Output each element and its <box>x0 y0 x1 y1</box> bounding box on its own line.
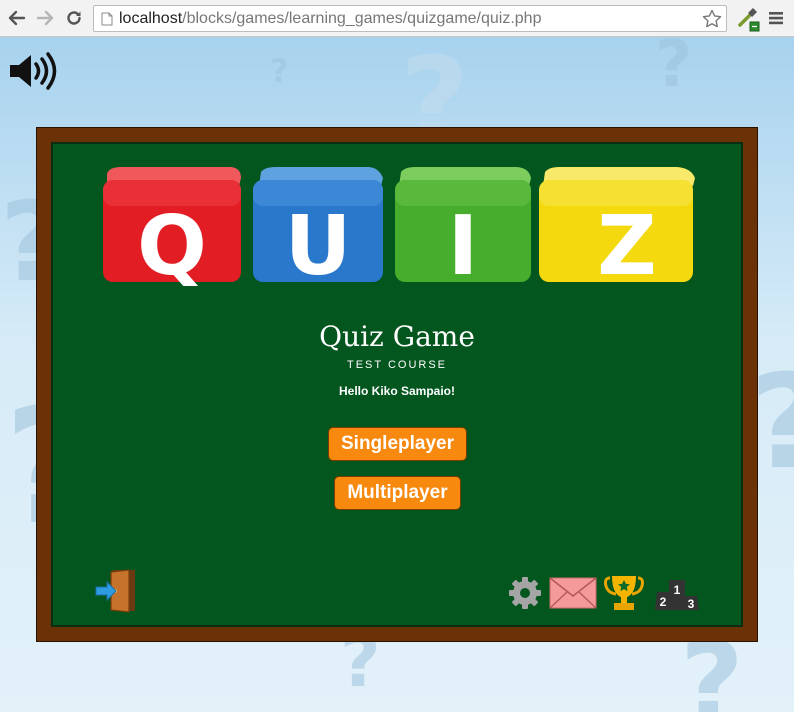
forward-button[interactable] <box>34 7 56 29</box>
game-title: Quiz Game <box>319 320 475 353</box>
url-path: /blocks/games/learning_games/quizgame/qu… <box>182 10 542 27</box>
reload-icon <box>67 11 81 25</box>
url-text: localhost/blocks/games/learning_games/qu… <box>119 10 541 28</box>
course-name: TEST COURSE <box>346 359 448 371</box>
podium-number: 3 <box>688 597 695 610</box>
background-question-mark: ? <box>270 52 289 90</box>
podium-number: 2 <box>660 595 667 609</box>
address-bar[interactable]: localhost/blocks/games/learning_games/qu… <box>93 5 727 32</box>
singleplayer-button[interactable]: Singleplayer <box>328 427 467 461</box>
arrow-right-icon <box>36 10 54 26</box>
chalkboard-frame: Q U I Z Quiz Game TEST COURSE Hello Kiko… <box>36 127 758 642</box>
quiz-logo-cube-z: Z <box>539 167 695 286</box>
star-icon[interactable] <box>702 9 722 28</box>
podium-ranking-icon[interactable]: 2 1 3 <box>652 576 702 610</box>
quiz-logo-cube-i: I <box>395 167 531 286</box>
back-button[interactable] <box>6 7 28 29</box>
settings-gear-icon[interactable] <box>508 576 542 610</box>
arrow-left-icon <box>8 10 26 26</box>
multiplayer-button[interactable]: Multiplayer <box>334 476 461 510</box>
podium-number: 1 <box>674 583 681 597</box>
chalkboard: Q U I Z Quiz Game TEST COURSE Hello Kiko… <box>51 142 743 627</box>
reload-button[interactable] <box>63 7 85 29</box>
quiz-logo-letter: I <box>448 199 479 286</box>
greeting-text: Hello Kiko Sampaio! <box>338 384 456 398</box>
quiz-logo-letter: Z <box>597 199 656 286</box>
background-question-mark: ? <box>655 37 693 102</box>
browser-toolbar: localhost/blocks/games/learning_games/qu… <box>0 0 794 37</box>
trophy-icon[interactable] <box>604 574 644 612</box>
exit-door-icon[interactable] <box>95 569 139 613</box>
eyedropper-icon[interactable] <box>736 7 760 33</box>
quiz-logo-letter: U <box>285 199 352 286</box>
mail-envelope-icon[interactable] <box>549 577 597 609</box>
hamburger-menu-icon[interactable] <box>768 10 784 26</box>
quiz-logo-letter: Q <box>137 199 207 286</box>
url-host: localhost <box>119 10 183 27</box>
quiz-logo-cube-q: Q <box>103 167 241 286</box>
quiz-logo-cube-u: U <box>253 167 383 286</box>
document-icon <box>101 12 113 26</box>
speaker-icon[interactable] <box>8 52 58 90</box>
